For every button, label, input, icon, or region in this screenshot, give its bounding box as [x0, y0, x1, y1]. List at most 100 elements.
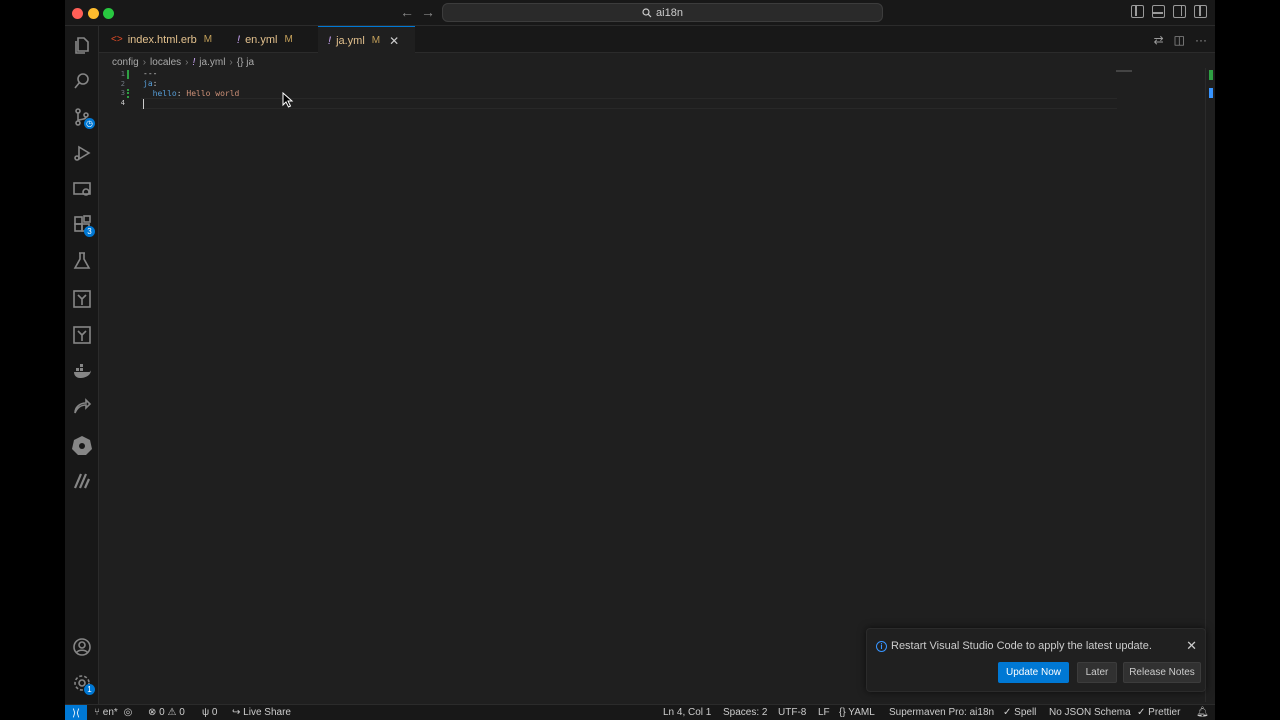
minimap[interactable]: [1116, 70, 1132, 72]
indentation-status[interactable]: Spaces: 2: [723, 707, 767, 718]
problems-status[interactable]: ⊗ 0 ⚠ 0: [148, 707, 185, 718]
branch-name: en*: [102, 707, 118, 718]
encoding-status[interactable]: UTF-8: [778, 707, 806, 718]
live-share-label: Live Share: [243, 707, 291, 718]
source-control-icon[interactable]: ◷: [65, 100, 99, 134]
yaml-file-icon: !: [328, 34, 332, 47]
yaml-file-icon: !: [237, 33, 241, 46]
prettier-status[interactable]: ✓ Prettier: [1137, 707, 1180, 718]
live-share-icon[interactable]: [65, 390, 99, 424]
open-changes-icon[interactable]: ⇄: [1154, 33, 1164, 47]
tab-label: en.yml: [245, 33, 278, 46]
code-line-2: ja:: [143, 79, 158, 88]
more-actions-icon[interactable]: ···: [1195, 33, 1207, 47]
forward-arrow-icon[interactable]: →: [421, 4, 435, 20]
maximize-window-button[interactable]: [103, 8, 114, 19]
minimize-window-button[interactable]: [88, 8, 99, 19]
clock-badge-icon: ◷: [84, 118, 95, 129]
code-editor[interactable]: 1 2 3 4 --- ja: hello: Hello world: [99, 68, 1215, 702]
remote-indicator-icon[interactable]: ⟩⟨: [65, 705, 87, 720]
html-file-icon: <>: [111, 34, 123, 45]
vscode-window: ← → ai18n ◷ 3 1 <> index.html.erb M ! en…: [65, 0, 1215, 720]
layout-controls: [1131, 5, 1207, 18]
close-icon[interactable]: ✕: [1186, 638, 1197, 654]
settings-gear-icon[interactable]: 1: [65, 666, 99, 700]
testing-flask-icon[interactable]: [65, 244, 99, 278]
breadcrumb-symbol[interactable]: {} ja: [237, 57, 254, 68]
sync-icon: ◎: [123, 707, 133, 718]
git-graph-icon[interactable]: [65, 282, 99, 316]
supermaven-status[interactable]: Supermaven Pro: ai18n: [889, 707, 994, 718]
settings-badge: 1: [84, 684, 95, 695]
check-icon: ✓: [1003, 707, 1012, 718]
editor-tabs: <> index.html.erb M ! en.yml M ! ja.yml …: [99, 26, 1215, 54]
line-number: 3: [120, 89, 125, 97]
tab-en-yml[interactable]: ! en.yml M: [223, 26, 318, 53]
update-notification: i Restart Visual Studio Code to apply th…: [866, 628, 1206, 692]
ai-assistant-icon[interactable]: [65, 464, 99, 498]
cursor-position[interactable]: Ln 4, Col 1: [663, 707, 711, 718]
chevron-right-icon: ›: [142, 56, 147, 68]
notifications-bell-icon[interactable]: 🔔︎: [1196, 707, 1209, 718]
kubernetes-icon[interactable]: [65, 428, 99, 462]
gitlens-icon[interactable]: [65, 318, 99, 352]
error-icon: ⊗: [148, 707, 157, 718]
search-icon[interactable]: [65, 64, 99, 98]
branch-status[interactable]: ⑂ en* ◎: [94, 707, 132, 718]
close-window-button[interactable]: [72, 8, 83, 19]
accounts-icon[interactable]: [65, 630, 99, 664]
live-share-icon: ↪: [232, 707, 241, 718]
toggle-secondary-sidebar-icon[interactable]: [1173, 5, 1186, 18]
modified-indicator: M: [371, 35, 381, 46]
notification-message: Restart Visual Studio Code to apply the …: [891, 640, 1152, 652]
ports-count: 0: [211, 707, 218, 718]
info-icon: i: [876, 641, 887, 652]
double-check-icon: ✓: [1137, 707, 1146, 718]
scroll-cursor-marker: [1209, 88, 1213, 98]
modified-indicator: M: [203, 34, 213, 45]
chevron-right-icon: ›: [229, 56, 233, 68]
yaml-file-icon: !: [192, 56, 196, 68]
close-tab-icon[interactable]: ✕: [389, 34, 399, 48]
extensions-icon[interactable]: 3: [65, 208, 99, 242]
later-button[interactable]: Later: [1077, 662, 1117, 683]
live-share-status[interactable]: ↪ Live Share: [232, 707, 291, 718]
ports-status[interactable]: ψ 0: [202, 707, 217, 718]
breadcrumb-file[interactable]: ja.yml: [199, 57, 225, 68]
spell-status[interactable]: ✓ Spell: [1003, 707, 1036, 718]
line-number: 4: [120, 99, 125, 107]
eol-status[interactable]: LF: [818, 707, 830, 718]
activity-bar: ◷ 3 1: [65, 26, 99, 704]
tab-label: ja.yml: [336, 34, 365, 47]
title-bar: ← → ai18n: [65, 0, 1215, 26]
back-arrow-icon[interactable]: ←: [400, 4, 414, 20]
breadcrumb-config[interactable]: config: [112, 57, 139, 68]
text-cursor: [143, 99, 144, 109]
error-count: 0: [159, 707, 165, 718]
explorer-icon[interactable]: [65, 28, 99, 62]
json-schema-status[interactable]: No JSON Schema: [1049, 707, 1131, 718]
tab-index-html-erb[interactable]: <> index.html.erb M: [99, 26, 223, 53]
braces-icon: {}: [839, 707, 846, 718]
tab-ja-yml[interactable]: ! ja.yml M ✕: [318, 26, 415, 54]
breadcrumb-locales[interactable]: locales: [150, 57, 181, 68]
breadcrumb: config › locales › ! ja.yml › {} ja: [112, 55, 254, 69]
customize-layout-icon[interactable]: [1194, 5, 1207, 18]
docker-icon[interactable]: [65, 354, 99, 388]
chevron-right-icon: ›: [185, 56, 189, 68]
release-notes-button[interactable]: Release Notes: [1123, 662, 1201, 683]
language-label: YAML: [848, 707, 875, 718]
toggle-primary-sidebar-icon[interactable]: [1131, 5, 1144, 18]
language-mode[interactable]: {} YAML: [839, 707, 875, 718]
remote-explorer-icon[interactable]: [65, 172, 99, 206]
git-modified-marker: [127, 89, 129, 98]
run-debug-icon[interactable]: [65, 136, 99, 170]
update-now-button[interactable]: Update Now: [998, 662, 1069, 683]
split-editor-icon[interactable]: ◫: [1174, 33, 1185, 47]
tab-label: index.html.erb: [127, 33, 197, 46]
line-number: 2: [120, 80, 125, 88]
ports-icon: ψ: [202, 707, 210, 718]
vertical-scrollbar[interactable]: [1205, 68, 1215, 702]
toggle-panel-icon[interactable]: [1152, 5, 1165, 18]
command-center-search[interactable]: ai18n: [442, 3, 883, 22]
